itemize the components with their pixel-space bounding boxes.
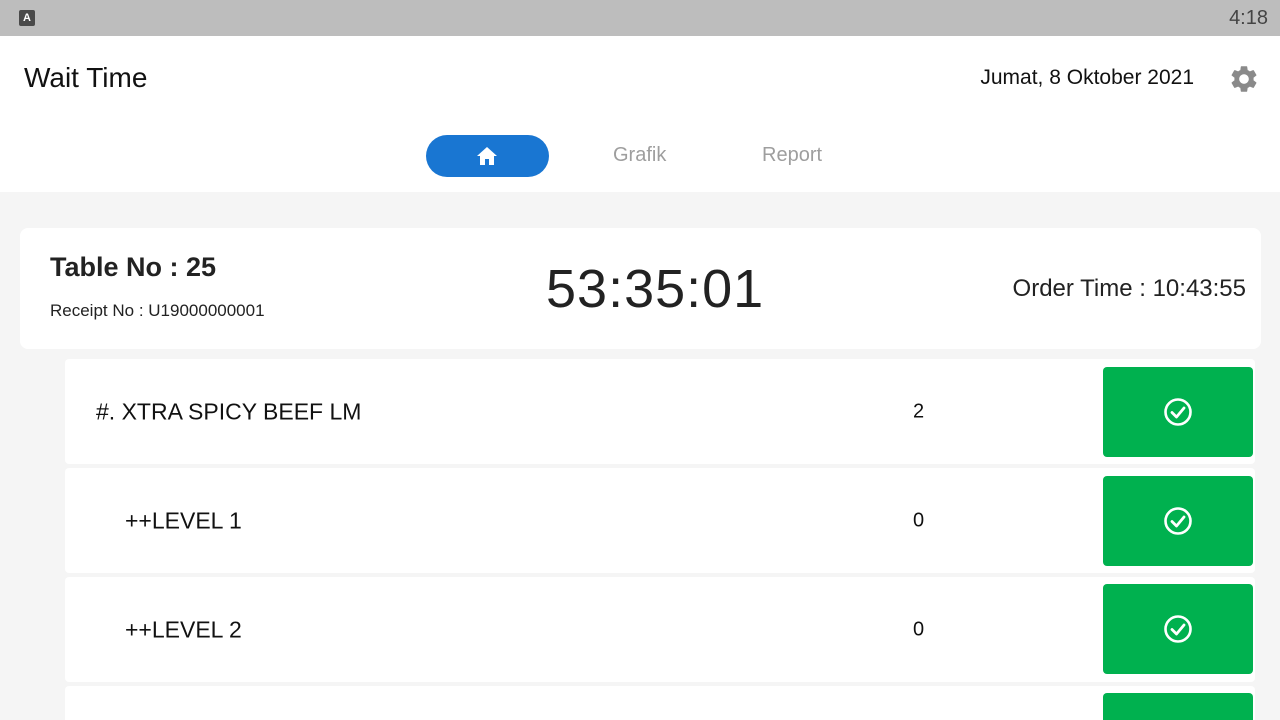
mark-done-button[interactable]: [1103, 367, 1253, 457]
list-item: #. XTRA SPICY BEEF LM 2: [65, 359, 1255, 464]
table-number: Table No : 25: [50, 252, 217, 282]
item-name: ++LEVEL 1: [125, 507, 242, 533]
check-circle-icon: [1164, 507, 1192, 535]
elapsed-timer: 53:35:01: [546, 259, 765, 319]
item-quantity: 0: [913, 509, 925, 531]
item-name: #. XTRA SPICY BEEF LM: [96, 398, 362, 424]
check-circle-icon: [1164, 398, 1192, 426]
item-name: ++LEVEL 2: [125, 616, 242, 642]
tab-report[interactable]: Report: [762, 144, 822, 167]
mark-done-button[interactable]: [1103, 693, 1253, 720]
gear-icon: [1231, 66, 1257, 92]
receipt-number: Receipt No : U19000000001: [50, 301, 265, 320]
status-time: 4:18: [1229, 7, 1268, 29]
list-item: ++LEVEL 2 0: [65, 577, 1255, 682]
page-title: Wait Time: [24, 62, 148, 93]
tab-grafik[interactable]: Grafik: [613, 144, 666, 167]
mark-done-button[interactable]: [1103, 476, 1253, 566]
list-item: [65, 686, 1255, 720]
status-bar: A 4:18: [0, 0, 1280, 36]
check-circle-icon: [1164, 615, 1192, 643]
tab-bar: Grafik Report: [0, 134, 1280, 178]
app-header: Wait Time Jumat, 8 Oktober 2021 Grafik R…: [0, 36, 1280, 192]
app-notification-icon: A: [19, 10, 35, 26]
item-quantity: 0: [913, 618, 925, 640]
item-quantity: 2: [913, 400, 925, 422]
order-summary-card: Table No : 25 Receipt No : U19000000001 …: [20, 228, 1261, 349]
settings-button[interactable]: [1228, 63, 1260, 95]
current-date: Jumat, 8 Oktober 2021: [980, 66, 1194, 89]
order-time: Order Time : 10:43:55: [1012, 275, 1246, 302]
mark-done-button[interactable]: [1103, 584, 1253, 674]
list-item: ++LEVEL 1 0: [65, 468, 1255, 573]
tab-home[interactable]: [426, 135, 549, 177]
home-icon: [477, 147, 497, 165]
